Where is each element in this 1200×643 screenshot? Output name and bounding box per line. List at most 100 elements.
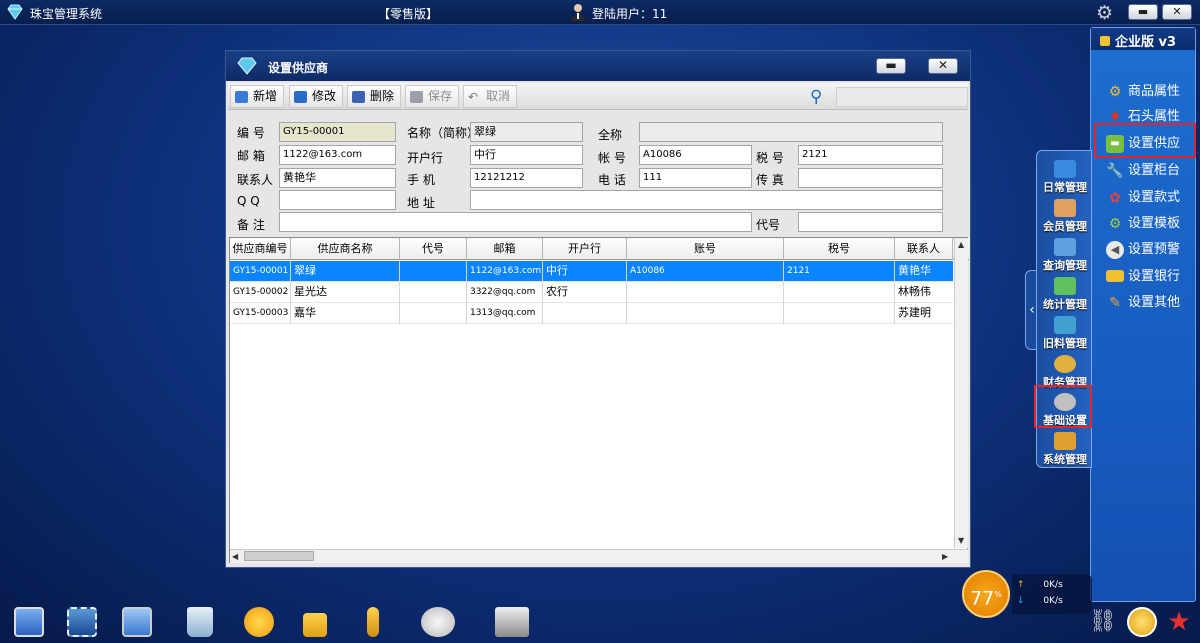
column-header[interactable]: 邮箱: [467, 238, 543, 260]
supplier-table: 供应商编号 供应商名称 代号 邮箱 开户行 账号 税号 联系人 GY15-000…: [229, 237, 969, 563]
edit-icon: ✎: [1109, 294, 1121, 311]
edition-label: 【零售版】: [378, 7, 439, 21]
save-button[interactable]: 保存: [405, 85, 460, 108]
column-header[interactable]: 开户行: [543, 238, 627, 260]
picture-icon[interactable]: [67, 607, 97, 637]
dock-item-stats[interactable]: 统计管理: [1038, 275, 1092, 313]
daily-icon: [1054, 160, 1076, 178]
code-field[interactable]: GY15-00001: [279, 122, 396, 142]
horizontal-scrollbar[interactable]: ◀ ▶: [230, 549, 968, 563]
note-field[interactable]: [279, 212, 752, 232]
tax-label: 税 号: [756, 151, 784, 165]
panel-item-bank[interactable]: 设置银行: [1106, 266, 1180, 288]
bank-label: 开户行: [407, 151, 444, 165]
account-label: 帐 号: [598, 151, 626, 165]
panel-item-product-attr[interactable]: ⚙ 商品属性: [1106, 81, 1180, 103]
highlight-supplier: [1094, 123, 1196, 158]
search-icon[interactable]: ⚲: [810, 87, 822, 107]
column-header[interactable]: 供应商名称: [291, 238, 400, 260]
lock-icon: [1100, 35, 1110, 46]
recycle-bin-icon[interactable]: [187, 607, 213, 637]
dock-item-daily[interactable]: 日常管理: [1038, 158, 1092, 196]
dock-item-system[interactable]: 系统管理: [1038, 430, 1092, 468]
delete-button[interactable]: 删除: [347, 85, 402, 108]
edit-button[interactable]: 修改: [289, 85, 344, 108]
column-header[interactable]: 账号: [627, 238, 784, 260]
add-button[interactable]: 新增: [230, 85, 285, 108]
account-field[interactable]: A10086: [639, 145, 752, 165]
table-header: 供应商编号 供应商名称 代号 邮箱 开户行 账号 税号 联系人: [230, 238, 969, 260]
lock-icon[interactable]: [303, 613, 327, 637]
dock-item-material[interactable]: 旧料管理: [1038, 314, 1092, 352]
scroll-thumb[interactable]: [244, 551, 314, 561]
vertical-scrollbar[interactable]: ▲ ▼: [954, 238, 968, 548]
monitor-icon[interactable]: [14, 607, 44, 637]
table-row[interactable]: GY15-00001 翠绿 1122@163.com 中行 A10086 212…: [230, 261, 953, 282]
gear-icon: ⚙: [1108, 83, 1122, 100]
upload-arrow-icon: ↑: [1017, 580, 1025, 590]
panel-item-other[interactable]: ✎ 设置其他: [1106, 292, 1180, 314]
scroll-up-icon[interactable]: ▲: [958, 240, 964, 249]
contact-field[interactable]: 黄艳华: [279, 168, 396, 188]
speaker-icon: ◀: [1106, 240, 1124, 259]
minimize-button[interactable]: ▬: [1128, 4, 1158, 20]
email-label: 邮 箱: [237, 149, 265, 163]
fullname-field[interactable]: [639, 122, 943, 142]
panel-item-style[interactable]: ✿ 设置款式: [1106, 187, 1180, 209]
address-label: 地 址: [407, 196, 435, 210]
scroll-right-icon[interactable]: ▶: [942, 552, 948, 561]
address-field[interactable]: [470, 190, 943, 210]
fax-field[interactable]: [798, 168, 943, 188]
panel-item-template[interactable]: ⚙ 设置模板: [1106, 213, 1180, 235]
name-label: 名称（简称）: [407, 126, 480, 140]
star-icon[interactable]: ★: [1164, 607, 1194, 637]
dock-item-query[interactable]: 查询管理: [1038, 236, 1092, 274]
qq-label: Q Q: [237, 194, 260, 208]
column-header[interactable]: 联系人: [895, 238, 953, 260]
info-icon[interactable]: [1127, 607, 1157, 637]
name-field[interactable]: 翠绿: [470, 122, 583, 142]
bank-field[interactable]: 中行: [470, 145, 583, 165]
printer-icon[interactable]: [495, 607, 529, 637]
scroll-down-icon[interactable]: ▼: [958, 536, 964, 545]
volume-icon[interactable]: [421, 607, 455, 637]
mobile-label: 手 机: [407, 173, 435, 187]
table-row[interactable]: GY15-00002 星光达 3322@qq.com 农行 林畅伟: [230, 282, 953, 303]
tax-field[interactable]: 2121: [798, 145, 943, 165]
link-icon[interactable]: ⛓: [1088, 607, 1118, 637]
dialog-close-button[interactable]: ✕: [928, 58, 958, 74]
phone-field[interactable]: 111: [639, 168, 752, 188]
close-button[interactable]: ✕: [1162, 4, 1192, 20]
dialog-title-bar: 设置供应商 ▬ ✕: [226, 51, 970, 81]
dialog-toolbar: 新增 修改 删除 保存 ↶ 取消 ⚲: [228, 83, 968, 110]
search-input[interactable]: [836, 87, 968, 107]
wrench-icon: 🔧: [1106, 162, 1124, 179]
weather-icon[interactable]: [244, 607, 274, 637]
column-header[interactable]: 代号: [400, 238, 467, 260]
key-icon[interactable]: [367, 607, 379, 637]
add-icon: [235, 90, 248, 103]
column-header[interactable]: 税号: [784, 238, 895, 260]
panel-item-alert[interactable]: ◀ 设置预警: [1106, 239, 1180, 261]
cancel-button[interactable]: ↶ 取消: [463, 85, 518, 108]
column-header[interactable]: 供应商编号: [230, 238, 291, 260]
table-row[interactable]: GY15-00003 嘉华 1313@qq.com 苏建明: [230, 303, 953, 324]
panel-item-counter[interactable]: 🔧 设置柜台: [1106, 160, 1180, 182]
dialog-minimize-button[interactable]: ▬: [876, 58, 906, 74]
dock-item-member[interactable]: 会员管理: [1038, 197, 1092, 235]
card-icon: [1106, 269, 1124, 282]
settings-gear-icon[interactable]: ⚙: [1096, 2, 1113, 24]
panel-title: 企业版 v3: [1115, 35, 1177, 50]
scroll-left-icon[interactable]: ◀: [232, 552, 238, 561]
login-user-label: 登陆用户：11: [592, 7, 668, 21]
mobile-field[interactable]: 12121212: [470, 168, 583, 188]
desktop-icon[interactable]: [122, 607, 152, 637]
highlight-basic-settings: [1034, 385, 1092, 428]
alias-field[interactable]: [798, 212, 943, 232]
dialog-title: 设置供应商: [268, 61, 329, 75]
search-doc-icon: [1054, 238, 1076, 256]
contact-label: 联系人: [237, 173, 274, 187]
delete-icon: [352, 90, 365, 103]
email-field[interactable]: 1122@163.com: [279, 145, 396, 165]
qq-field[interactable]: [279, 190, 396, 210]
